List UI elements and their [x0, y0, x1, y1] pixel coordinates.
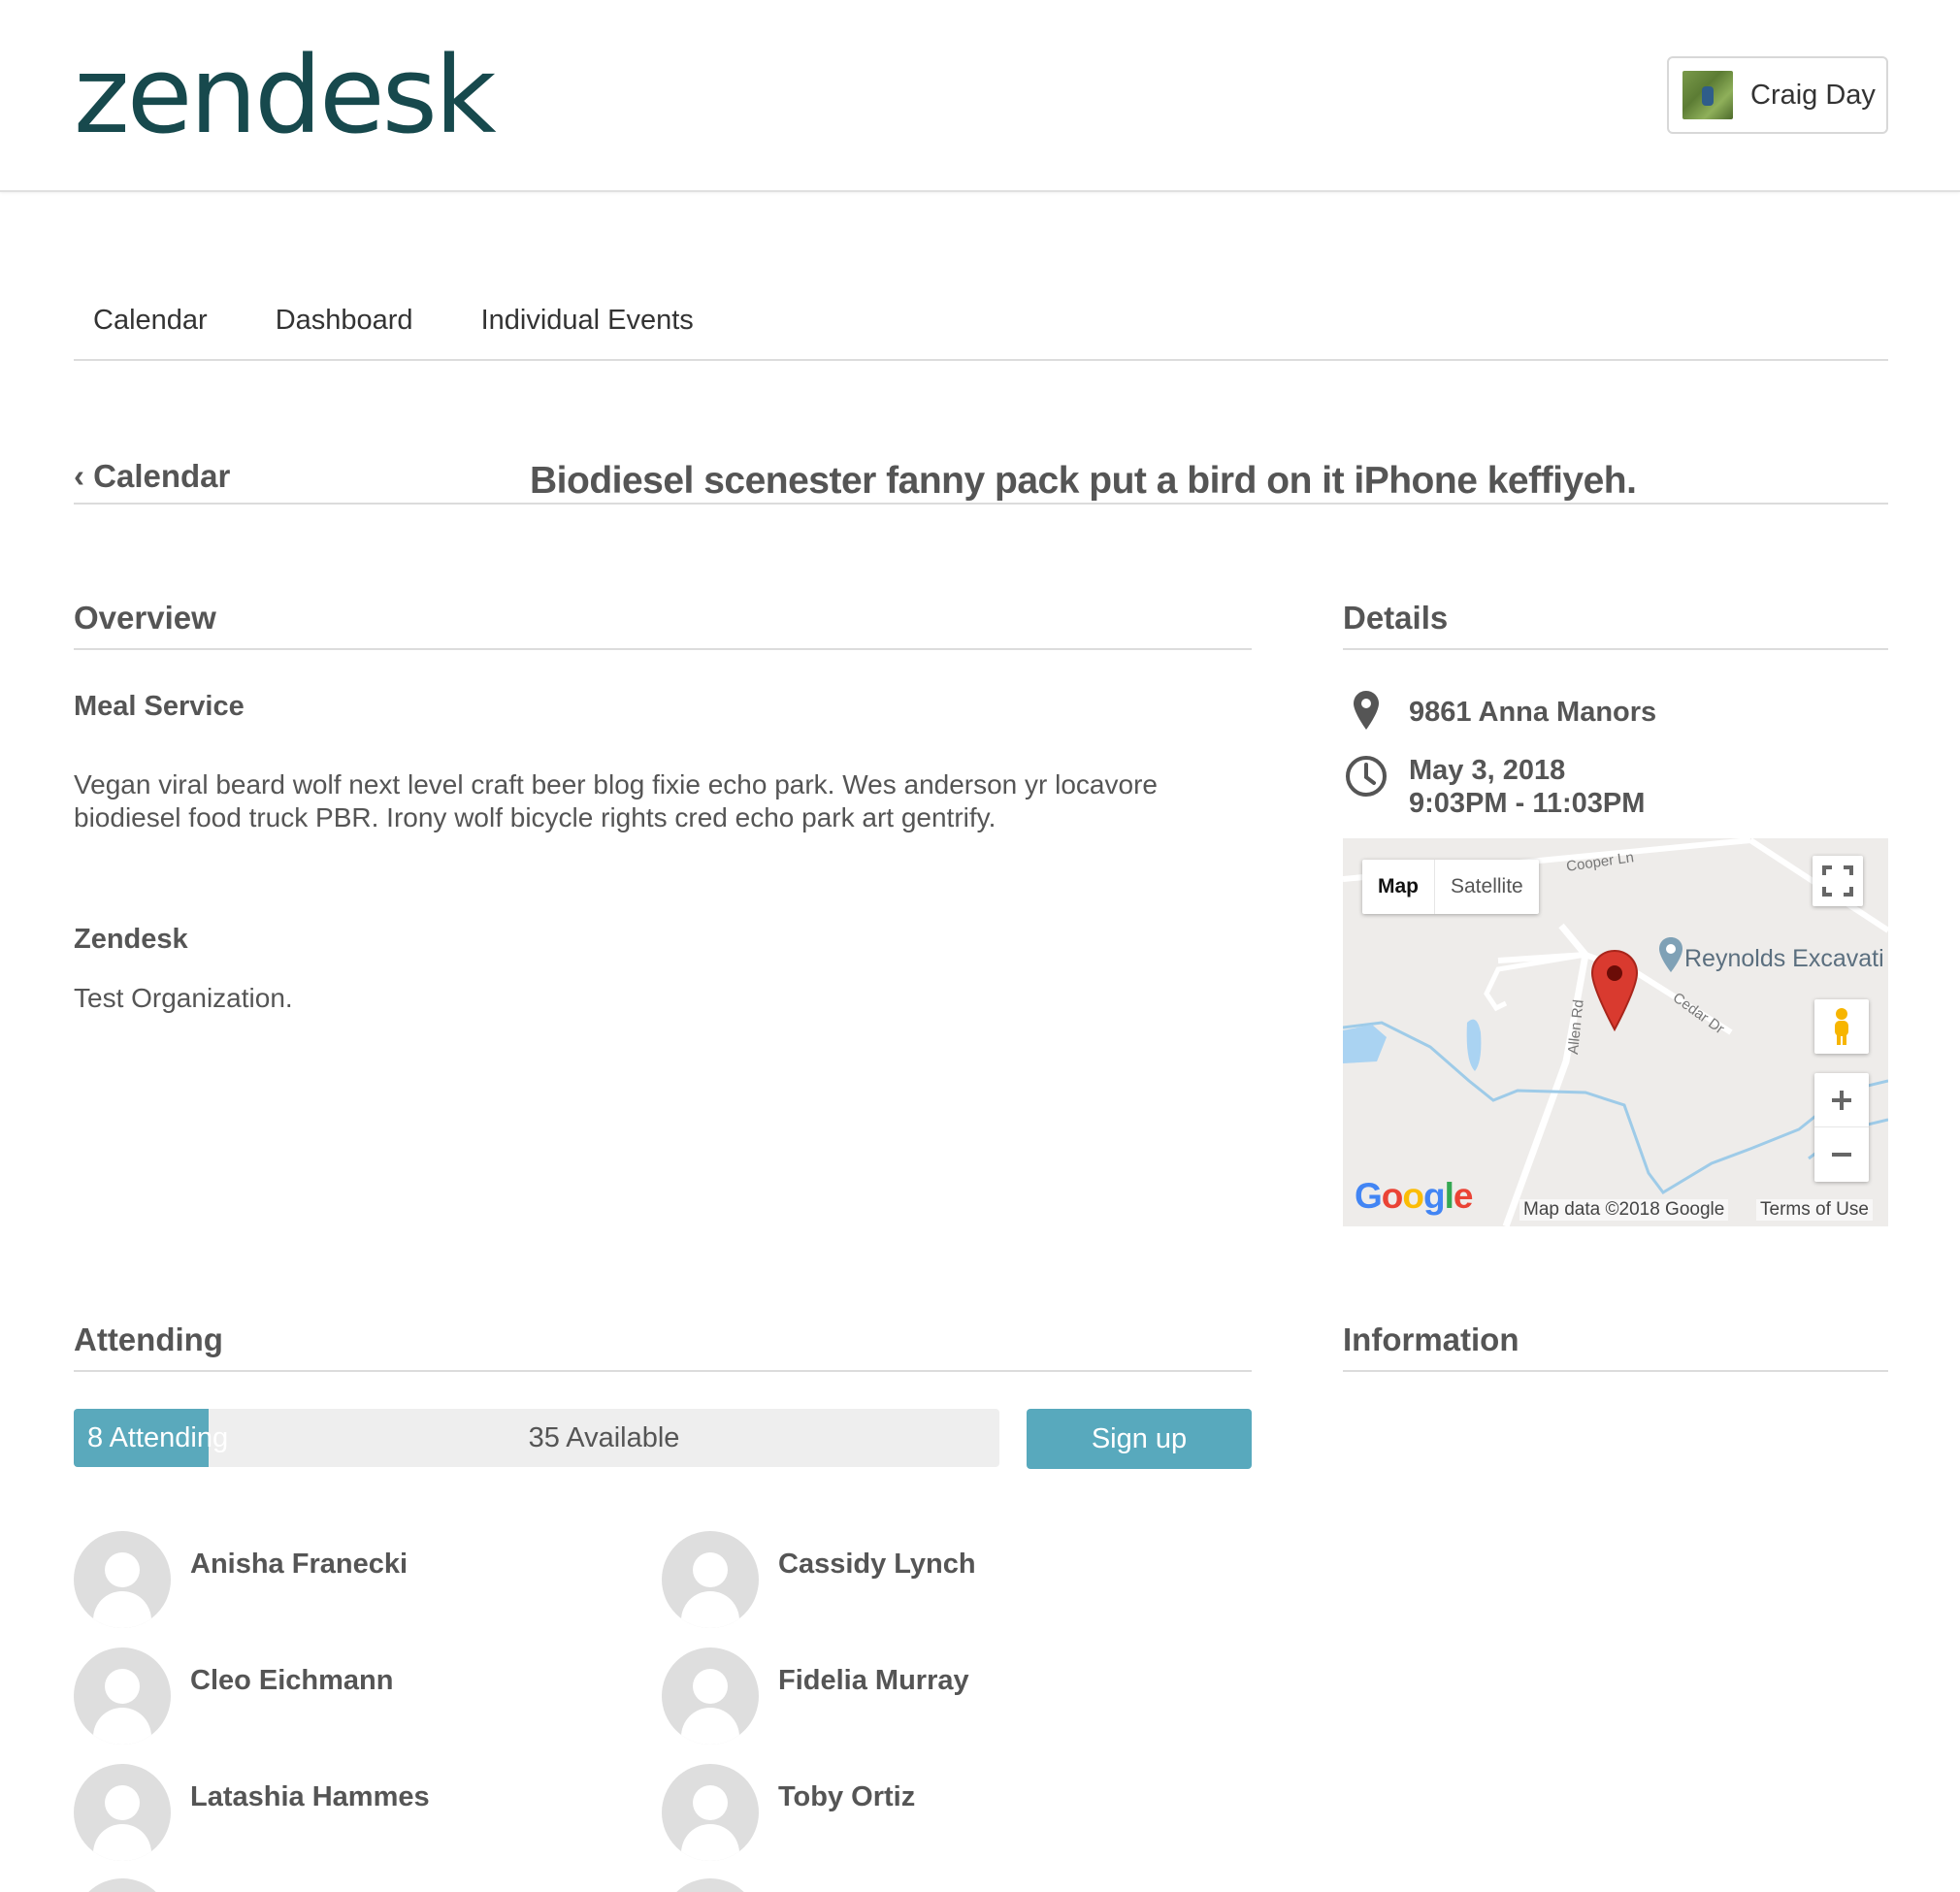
attendee-name: Fidelia Murray	[778, 1665, 969, 1696]
map-data-attribution: Map data ©2018 Google	[1519, 1199, 1729, 1221]
title-row: ‹ Calendar Biodiesel scenester fanny pac…	[74, 446, 1888, 505]
event-date: May 3, 2018	[1409, 755, 1566, 786]
organization-description: Test Organization.	[74, 983, 293, 1013]
user-avatar	[1682, 71, 1733, 119]
avatar	[74, 1764, 171, 1861]
pegman-icon[interactable]	[1814, 999, 1869, 1054]
attendee-name: Anisha Franecki	[190, 1549, 408, 1580]
clock-icon	[1346, 756, 1387, 797]
page-title: Biodiesel scenester fanny pack put a bir…	[530, 460, 1637, 502]
map-type-satellite-button[interactable]: Satellite	[1435, 860, 1539, 914]
google-logo[interactable]: Google	[1355, 1176, 1473, 1217]
main-nav: Calendar Dashboard Individual Events	[74, 291, 1888, 361]
meal-service-title: Meal Service	[74, 691, 245, 722]
event-map[interactable]: Cooper Ln Allen Rd Cedar Dr Map Satellit…	[1343, 838, 1888, 1226]
attending-count-fill: 8 Attending	[74, 1409, 228, 1467]
site-header: zendesk Craig Day	[0, 0, 1960, 192]
attendee-item[interactable]: Latashia Hammes	[74, 1764, 617, 1861]
location-pin-icon	[1354, 691, 1379, 730]
attendee-item[interactable]: Toby Ortiz	[662, 1764, 1205, 1861]
attendance-progress-bar: 8 Attending 35 Available	[74, 1409, 999, 1467]
user-menu-button[interactable]: Craig Day	[1667, 56, 1888, 134]
attendee-item[interactable]: Fidelia Murray	[662, 1647, 1205, 1745]
attendee-name: Latashia Hammes	[190, 1781, 430, 1812]
terms-of-use-link[interactable]: Terms of Use	[1756, 1199, 1873, 1221]
attendee-item[interactable]: Anisha Franecki	[74, 1531, 617, 1628]
fullscreen-icon[interactable]	[1813, 856, 1863, 906]
map-type-control: Map Satellite	[1362, 860, 1539, 914]
zoom-in-icon[interactable]	[1814, 1073, 1869, 1127]
event-address: 9861 Anna Manors	[1409, 697, 1657, 728]
zoom-control	[1814, 1073, 1869, 1182]
nav-item-individual-events[interactable]: Individual Events	[462, 291, 713, 359]
attendee-item[interactable]: Cassidy Lynch	[662, 1531, 1205, 1628]
map-type-map-button[interactable]: Map	[1362, 860, 1435, 914]
attendee-item[interactable]	[662, 1878, 1205, 1892]
poi-pin-icon	[1659, 937, 1682, 972]
attendee-item[interactable]	[74, 1878, 617, 1892]
attending-heading: Attending	[74, 1321, 1252, 1372]
attendee-name: Cassidy Lynch	[778, 1549, 976, 1580]
overview-heading: Overview	[74, 600, 1252, 650]
avatar	[74, 1531, 171, 1628]
event-marker-icon[interactable]	[1589, 949, 1640, 1032]
nav-item-dashboard[interactable]: Dashboard	[256, 291, 433, 359]
zendesk-logo[interactable]: zendesk	[74, 31, 497, 159]
back-to-calendar-link[interactable]: ‹ Calendar	[74, 458, 230, 495]
avatar	[662, 1878, 759, 1892]
details-heading: Details	[1343, 600, 1888, 650]
zoom-out-icon[interactable]	[1814, 1127, 1869, 1182]
map-place-label: Reynolds Excavati	[1684, 945, 1884, 972]
information-heading: Information	[1343, 1321, 1888, 1372]
sign-up-button[interactable]: Sign up	[1027, 1409, 1252, 1469]
avatar	[662, 1531, 759, 1628]
avatar	[74, 1878, 171, 1892]
meal-service-description: Vegan viral beard wolf next level craft …	[74, 769, 1158, 832]
organization-title: Zendesk	[74, 924, 188, 955]
attendee-name: Cleo Eichmann	[190, 1665, 394, 1696]
user-name: Craig Day	[1750, 79, 1876, 111]
attendee-name: Toby Ortiz	[778, 1781, 916, 1812]
attendee-item[interactable]: Cleo Eichmann	[74, 1647, 617, 1745]
event-time: 9:03PM - 11:03PM	[1409, 788, 1646, 819]
avatar	[74, 1647, 171, 1745]
available-count: 35 Available	[528, 1422, 680, 1453]
nav-item-calendar[interactable]: Calendar	[74, 291, 227, 359]
avatar	[662, 1647, 759, 1745]
avatar	[662, 1764, 759, 1861]
